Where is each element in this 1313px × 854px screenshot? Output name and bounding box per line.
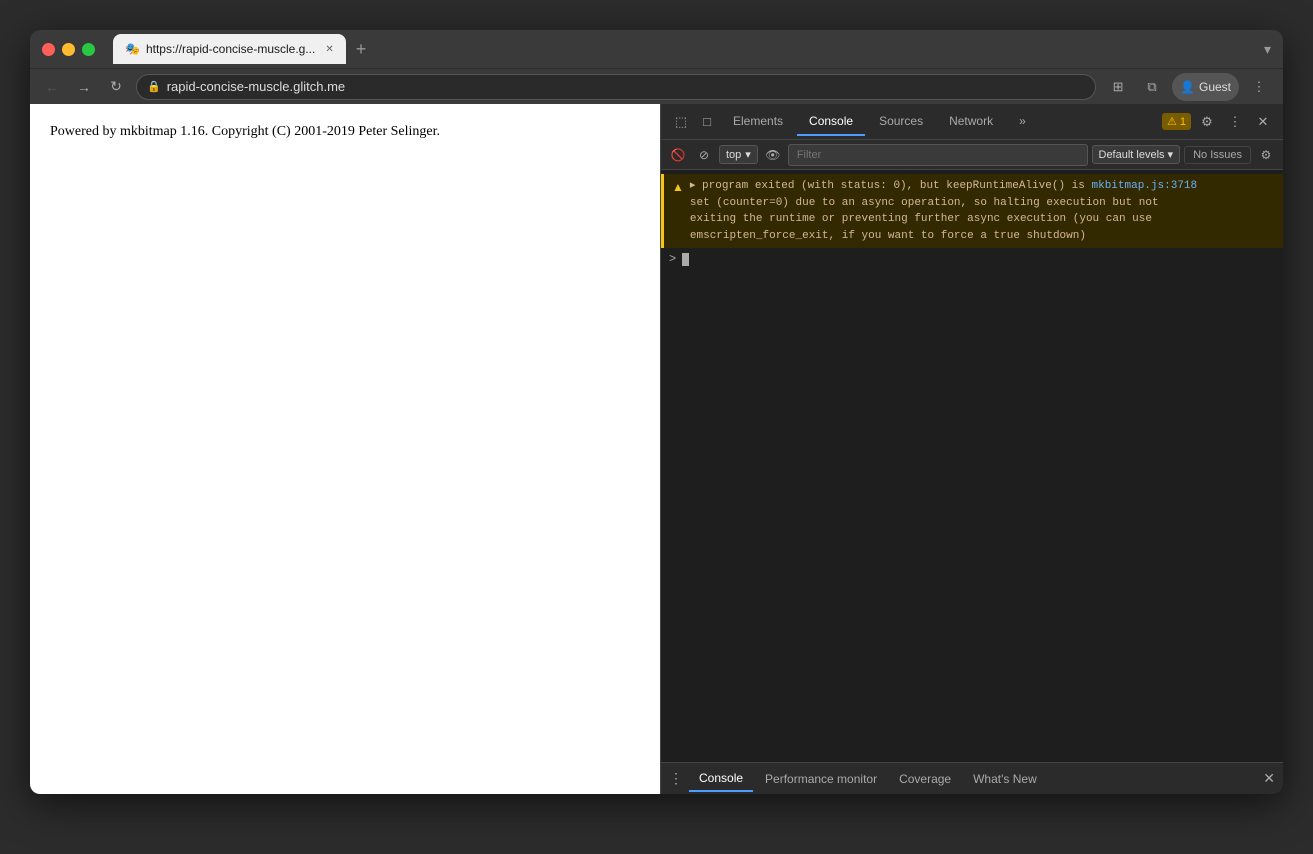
browser-window: 🎭 https://rapid-concise-muscle.g... ✕ + … <box>30 30 1283 794</box>
filter-input[interactable] <box>788 144 1088 166</box>
tab-elements[interactable]: Elements <box>721 108 795 136</box>
devtools-toolbar-icons: ⚠ 1 ⚙ ⋮ ✕ <box>1162 110 1275 134</box>
console-prompt-line: > <box>661 248 1283 270</box>
tab-title: https://rapid-concise-muscle.g... <box>146 42 315 56</box>
page-text: Powered by mkbitmap 1.16. Copyright (C) … <box>50 124 640 140</box>
warning-triangle-icon: ▲ <box>672 180 684 194</box>
lock-icon: 🔒 <box>147 80 161 93</box>
more-button[interactable]: ⋮ <box>1245 73 1273 101</box>
maximize-button[interactable] <box>82 43 95 56</box>
no-issues-badge: No Issues <box>1184 146 1251 164</box>
cursor-tool-icon[interactable]: ⬚ <box>669 110 693 134</box>
context-label: top <box>726 149 741 161</box>
context-selector[interactable]: top ▾ <box>719 145 758 164</box>
devtools-close-button[interactable]: ✕ <box>1251 110 1275 134</box>
bottom-tab-whats-new[interactable]: What's New <box>963 767 1047 791</box>
split-button[interactable]: ⧉ <box>1138 73 1166 101</box>
filter-icon[interactable]: ⊘ <box>693 144 715 166</box>
tab-console[interactable]: Console <box>797 108 865 136</box>
nav-right-buttons: ⊞ ⧉ 👤 Guest ⋮ <box>1104 73 1273 101</box>
nav-bar: ← → ↻ 🔒 rapid-concise-muscle.glitch.me ⊞… <box>30 68 1283 104</box>
settings-icon[interactable]: ⚙ <box>1195 110 1219 134</box>
user-label: Guest <box>1199 80 1231 94</box>
tab-network[interactable]: Network <box>937 108 1005 136</box>
devtools-bottom-tabs: ⋮ Console Performance monitor Coverage W… <box>661 762 1283 794</box>
prompt-arrow-icon: > <box>669 252 676 266</box>
default-levels-label: Default levels <box>1099 149 1165 161</box>
console-toolbar: 🚫 ⊘ top ▾ 👁 Default levels ▾ No Issues ⚙ <box>661 140 1283 170</box>
bottom-tab-performance-monitor[interactable]: Performance monitor <box>755 767 887 791</box>
clear-console-button[interactable]: 🚫 <box>667 144 689 166</box>
console-settings-icon[interactable]: ⚙ <box>1255 144 1277 166</box>
warning-count: 1 <box>1180 116 1186 128</box>
url-text: rapid-concise-muscle.glitch.me <box>167 79 345 94</box>
warning-badge[interactable]: ⚠ 1 <box>1162 113 1191 130</box>
forward-button[interactable]: → <box>72 75 96 99</box>
devtools-toolbar: ⬚ □ Elements Console Sources Network » ⚠… <box>661 104 1283 140</box>
user-account-button[interactable]: 👤 Guest <box>1172 73 1239 101</box>
default-levels-arrow: ▾ <box>1168 148 1174 161</box>
warning-icon-small: ⚠ <box>1167 115 1177 128</box>
warning-link[interactable]: mkbitmap.js:3718 <box>1092 180 1198 192</box>
tab-favicon: 🎭 <box>125 42 140 56</box>
bottom-tab-console[interactable]: Console <box>689 766 753 792</box>
eye-icon[interactable]: 👁 <box>762 144 784 166</box>
devtools-more-icon[interactable]: ⋮ <box>1223 110 1247 134</box>
page-content: Powered by mkbitmap 1.16. Copyright (C) … <box>30 104 660 794</box>
context-arrow-icon: ▾ <box>745 148 751 161</box>
minimize-button[interactable] <box>62 43 75 56</box>
devtools-panel: ⬚ □ Elements Console Sources Network » ⚠… <box>660 104 1283 794</box>
title-bar-dropdown[interactable]: ▾ <box>1264 41 1271 58</box>
default-levels-selector[interactable]: Default levels ▾ <box>1092 145 1181 164</box>
extensions-button[interactable]: ⊞ <box>1104 73 1132 101</box>
warning-line1: ▸ program exited (with status: 0), but k… <box>690 178 1197 195</box>
traffic-lights <box>42 43 95 56</box>
close-button[interactable] <box>42 43 55 56</box>
main-area: Powered by mkbitmap 1.16. Copyright (C) … <box>30 104 1283 794</box>
user-icon: 👤 <box>1180 80 1195 94</box>
back-button[interactable]: ← <box>40 75 64 99</box>
tab-bar: 🎭 https://rapid-concise-muscle.g... ✕ + <box>113 34 1256 64</box>
warning-message-body: ▸ program exited (with status: 0), but k… <box>690 178 1197 244</box>
tab-close-button[interactable]: ✕ <box>325 44 333 55</box>
tab-more[interactable]: » <box>1007 108 1038 136</box>
warning-line3: exiting the runtime or preventing furthe… <box>690 211 1197 228</box>
console-content: ▲ ▸ program exited (with status: 0), but… <box>661 170 1283 762</box>
new-tab-button[interactable]: + <box>350 39 373 60</box>
bottom-tab-coverage[interactable]: Coverage <box>889 767 961 791</box>
prompt-cursor <box>682 253 689 266</box>
mobile-tool-icon[interactable]: □ <box>695 110 719 134</box>
bottom-drawer-close-button[interactable]: ✕ <box>1263 770 1275 787</box>
warning-line2: set (counter=0) due to an async operatio… <box>690 195 1197 212</box>
console-warning-message: ▲ ▸ program exited (with status: 0), but… <box>661 174 1283 248</box>
bottom-menu-icon[interactable]: ⋮ <box>669 770 683 787</box>
warning-line4: emscripten_force_exit, if you want to fo… <box>690 228 1197 245</box>
address-bar[interactable]: 🔒 rapid-concise-muscle.glitch.me <box>136 74 1096 100</box>
title-bar: 🎭 https://rapid-concise-muscle.g... ✕ + … <box>30 30 1283 68</box>
reload-button[interactable]: ↻ <box>104 75 128 99</box>
active-tab[interactable]: 🎭 https://rapid-concise-muscle.g... ✕ <box>113 34 346 64</box>
tab-sources[interactable]: Sources <box>867 108 935 136</box>
